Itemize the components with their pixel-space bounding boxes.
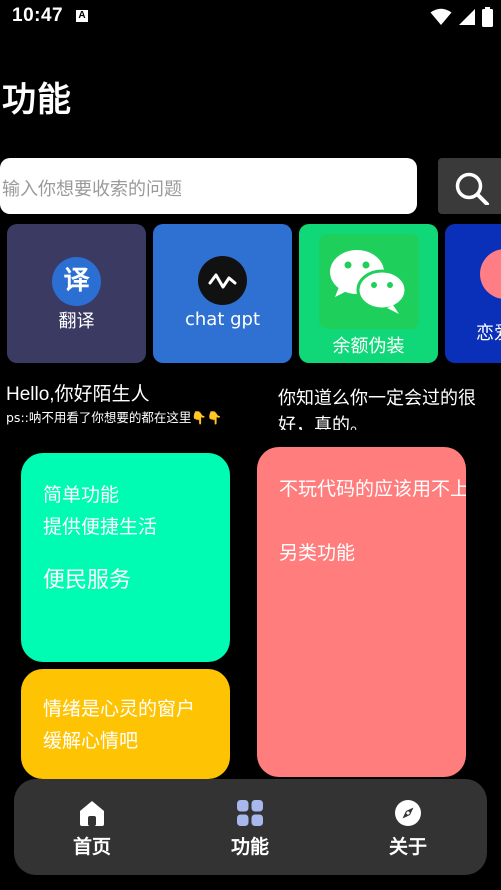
tile-convenience-services[interactable]: 简单功能 提供便捷生活 便民服务: [21, 453, 230, 662]
tile-line: 提供便捷生活: [43, 516, 158, 538]
grid-icon: [237, 800, 263, 826]
tile-emotion[interactable]: 情绪是心灵的窗户 缓解心情吧: [21, 669, 230, 779]
home-icon: [80, 801, 104, 826]
nav-item-home[interactable]: 首页: [42, 799, 142, 859]
nav-item-features[interactable]: 功能: [200, 799, 300, 859]
wechat-icon: [319, 234, 419, 329]
nav-item-about[interactable]: 关于: [358, 799, 458, 859]
battery-icon: [482, 7, 493, 27]
marquee-text: 你知道么你一定会过的很好，真的。: [278, 388, 476, 430]
compass-icon: [395, 800, 421, 826]
feature-card-label: 翻译: [58, 311, 95, 332]
nav-label: 功能: [230, 836, 269, 858]
status-icons: [430, 6, 493, 28]
status-time: 10:47: [12, 5, 64, 26]
feature-card-translate[interactable]: 译 翻译: [7, 224, 146, 363]
tile-line: 另类功能: [279, 542, 356, 564]
page-title: 功能: [2, 80, 72, 120]
love-icon: [480, 249, 501, 299]
chatgpt-icon: [198, 256, 247, 305]
tile-heading: 便民服务: [43, 568, 132, 593]
tile-line: 简单功能: [43, 484, 120, 506]
tile-line: 不玩代码的应该用不上: [279, 478, 466, 500]
feature-card-label: chat gpt: [184, 309, 261, 330]
feature-card-label: 余额伪装: [332, 336, 405, 357]
search-placeholder: 输入你想要收索的问题: [2, 179, 182, 200]
greeting-subtitle: ps::呐不用看了你想要的都在这里👇👇: [6, 410, 223, 425]
feature-card-label: 恋爱: [476, 323, 501, 344]
nav-label: 首页: [72, 836, 111, 858]
greeting-title: Hello,你好陌生人: [6, 384, 150, 405]
search-input[interactable]: 输入你想要收索的问题: [0, 158, 417, 214]
signal-icon: [459, 9, 475, 25]
status-bar: 10:47 A: [0, 0, 501, 34]
nav-label: 关于: [388, 836, 427, 858]
bottom-nav: 首页 功能 关于: [14, 779, 487, 875]
search-button[interactable]: [438, 158, 501, 214]
translate-icon: 译: [52, 257, 101, 306]
feature-card-love[interactable]: 恋爱: [445, 224, 501, 363]
tile-line: 缓解心情吧: [43, 730, 139, 752]
wifi-icon: [430, 8, 452, 25]
tile-line: 情绪是心灵的窗户: [43, 698, 196, 720]
search-icon: [455, 172, 489, 205]
feature-card-wechat[interactable]: 余额伪装: [299, 224, 438, 363]
notification-a-icon: A: [76, 10, 88, 22]
feature-card-chatgpt[interactable]: chat gpt: [153, 224, 292, 363]
tile-alternative-features[interactable]: 不玩代码的应该用不上 另类功能: [257, 447, 466, 777]
